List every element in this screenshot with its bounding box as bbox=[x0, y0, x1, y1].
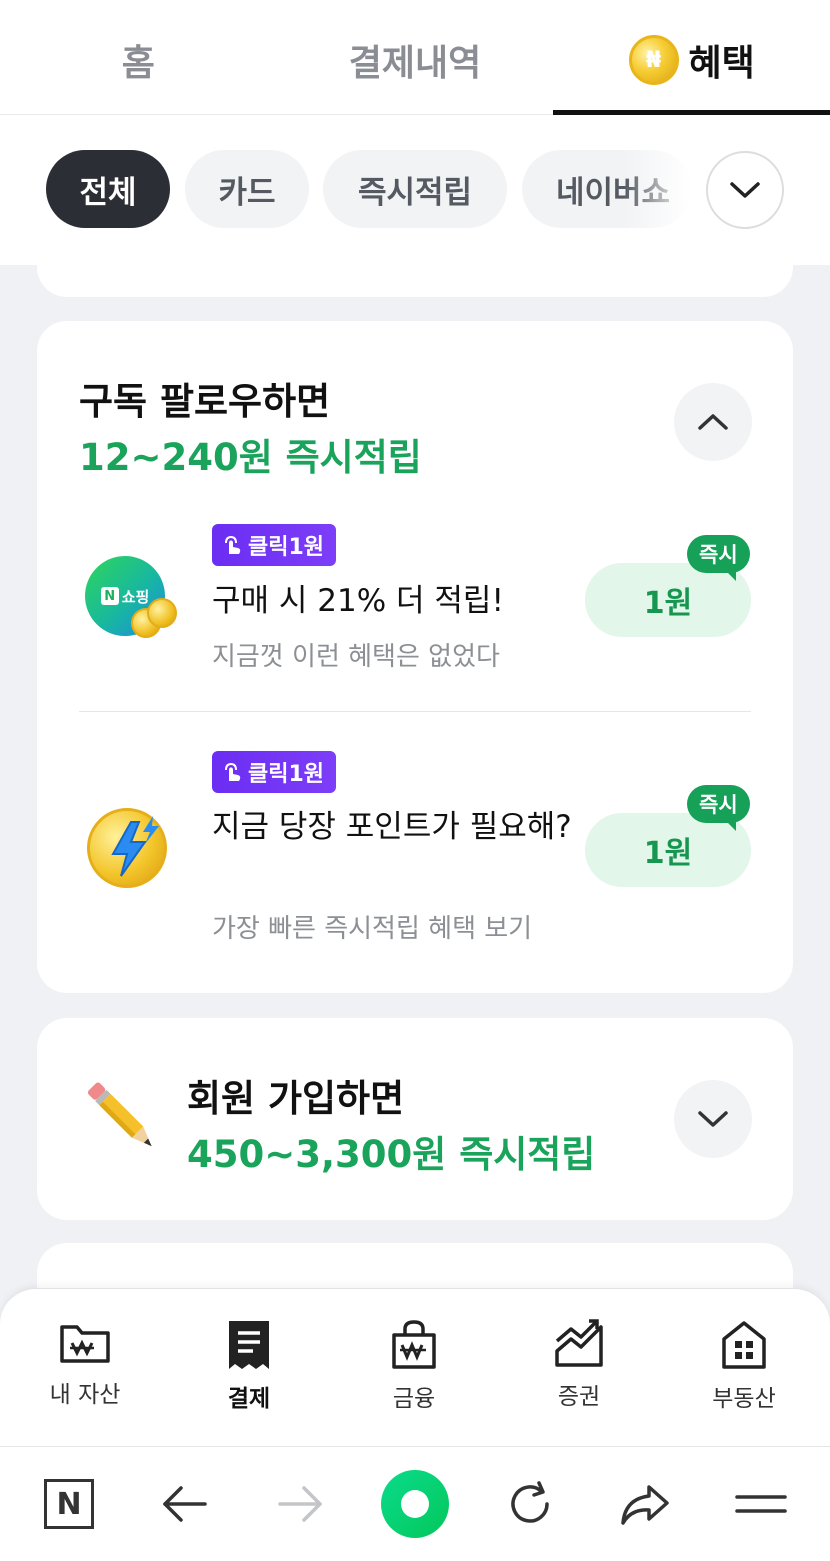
nav-real-estate[interactable]: 부동산 bbox=[684, 1319, 804, 1413]
reward-amount: 1원 bbox=[643, 836, 693, 871]
naver-home-button[interactable]: N bbox=[34, 1469, 104, 1539]
share-button[interactable] bbox=[610, 1469, 680, 1539]
naver-logo-icon: N bbox=[44, 1479, 94, 1529]
tab-benefits[interactable]: ₦ 혜택 bbox=[553, 0, 830, 115]
filter-chip-label: 전체 bbox=[79, 174, 137, 211]
tab-benefits-label: 혜택 bbox=[688, 43, 755, 84]
expand-filters-button[interactable] bbox=[706, 151, 784, 229]
arrow-right-icon bbox=[278, 1486, 322, 1522]
npay-coin-icon: ₦ bbox=[628, 35, 679, 85]
filter-chip-label: 즉시적립 bbox=[357, 174, 473, 211]
item-description: 지금껏 이런 혜택은 없었다 bbox=[212, 642, 500, 672]
lightning-coin-logo bbox=[87, 808, 177, 898]
filter-chip-label: 카드 bbox=[218, 174, 276, 211]
menu-button[interactable] bbox=[726, 1469, 796, 1539]
wallet-folder-icon bbox=[60, 1325, 110, 1363]
browser-toolbar: N bbox=[0, 1446, 830, 1561]
filter-chip-label: 네이버쇼 bbox=[556, 174, 671, 211]
chevron-down-icon bbox=[730, 182, 760, 198]
stock-chart-icon bbox=[555, 1319, 603, 1367]
filter-chip-naver-shopping[interactable]: 네이버쇼 bbox=[522, 150, 692, 228]
lightning-icon bbox=[111, 816, 159, 877]
receipt-icon bbox=[229, 1321, 269, 1369]
green-dot-icon bbox=[381, 1470, 449, 1538]
forward-button[interactable] bbox=[265, 1469, 335, 1539]
green-dot-button[interactable] bbox=[380, 1469, 450, 1539]
nav-finance[interactable]: 금융 bbox=[354, 1319, 474, 1413]
click-reward-badge: 클릭1원 bbox=[212, 524, 337, 566]
naver-shopping-logo: N 쇼핑 bbox=[85, 556, 185, 656]
reward-amount: 1원 bbox=[643, 586, 693, 621]
building-icon bbox=[722, 1321, 766, 1369]
card-subtitle: 450~3,300원 즉시적립 bbox=[187, 1133, 596, 1176]
filter-chip-all[interactable]: 전체 bbox=[46, 150, 170, 228]
card-title: 회원 가입하면 bbox=[187, 1077, 405, 1120]
card-title: 구독 팔로우하면 bbox=[79, 380, 331, 423]
nav-securities[interactable]: 증권 bbox=[519, 1319, 639, 1411]
click-reward-badge: 클릭1원 bbox=[212, 751, 337, 793]
instant-tag-label: 즉시 bbox=[699, 543, 738, 567]
tap-hand-icon bbox=[225, 535, 241, 554]
collapse-button[interactable] bbox=[674, 383, 752, 461]
refresh-button[interactable] bbox=[495, 1469, 565, 1539]
badge-label: 클릭1원 bbox=[248, 535, 325, 560]
item-title: 구매 시 21% 더 적립! bbox=[212, 583, 504, 619]
pencil-icon bbox=[87, 1082, 152, 1147]
tab-home-label: 홈 bbox=[121, 43, 155, 84]
nav-label: 금융 bbox=[392, 1386, 436, 1412]
tab-home[interactable]: 홈 bbox=[0, 0, 277, 114]
coin-icon bbox=[147, 598, 177, 628]
shopping-logo-text: 쇼핑 bbox=[121, 587, 150, 606]
chevron-down-icon bbox=[698, 1111, 728, 1127]
naver-n-icon: N bbox=[100, 587, 119, 605]
expand-button[interactable] bbox=[674, 1080, 752, 1158]
card-subtitle: 12~240원 즉시적립 bbox=[79, 436, 422, 479]
nav-label: 내 자산 bbox=[49, 1382, 121, 1408]
nav-my-assets[interactable]: 내 자산 bbox=[25, 1319, 145, 1409]
badge-label: 클릭1원 bbox=[248, 762, 325, 787]
filter-chip-card[interactable]: 카드 bbox=[185, 150, 309, 228]
share-arrow-icon bbox=[621, 1485, 669, 1525]
arrow-left-icon bbox=[163, 1486, 207, 1522]
previous-card bbox=[37, 240, 793, 297]
bottom-navigation: 내 자산 결제 금융 증권 부동산 bbox=[0, 1288, 830, 1448]
item-title: 지금 당장 포인트가 필요해? bbox=[212, 809, 572, 845]
item-divider bbox=[79, 711, 751, 712]
back-button[interactable] bbox=[150, 1469, 220, 1539]
hamburger-menu-icon bbox=[735, 1495, 787, 1513]
top-tab-bar: 홈 결제내역 ₦ 혜택 bbox=[0, 0, 830, 115]
tab-payment-history-label: 결제내역 bbox=[348, 43, 482, 84]
instant-tag-label: 즉시 bbox=[699, 793, 738, 817]
nav-label: 부동산 bbox=[712, 1386, 776, 1412]
tab-payment-history[interactable]: 결제내역 bbox=[277, 0, 554, 114]
instant-tag: 즉시 bbox=[687, 785, 750, 831]
shopping-bag-icon bbox=[392, 1320, 436, 1369]
benefit-item[interactable]: N 쇼핑 클릭1원 구매 시 21% 더 적립! 지금껏 이런 혜택은 없었다 … bbox=[37, 521, 793, 711]
subscribe-benefit-card: 구독 팔로우하면 12~240원 즉시적립 N 쇼핑 클릭1원 구매 시 21%… bbox=[37, 321, 793, 993]
item-description: 가장 빠른 즉시적립 혜택 보기 bbox=[212, 914, 533, 944]
filter-chip-instant[interactable]: 즉시적립 bbox=[323, 150, 507, 228]
nav-label: 증권 bbox=[557, 1384, 601, 1410]
chevron-up-icon bbox=[698, 414, 728, 430]
tap-hand-icon bbox=[225, 762, 241, 781]
instant-tag: 즉시 bbox=[687, 535, 750, 581]
benefit-item[interactable]: 클릭1원 지금 당장 포인트가 필요해? 가장 빠른 즉시적립 혜택 보기 1원… bbox=[37, 748, 793, 978]
refresh-icon bbox=[511, 1481, 549, 1523]
signup-benefit-card: 회원 가입하면 450~3,300원 즉시적립 bbox=[37, 1018, 793, 1220]
nav-label: 결제 bbox=[227, 1386, 271, 1412]
nav-payment[interactable]: 결제 bbox=[189, 1319, 309, 1413]
